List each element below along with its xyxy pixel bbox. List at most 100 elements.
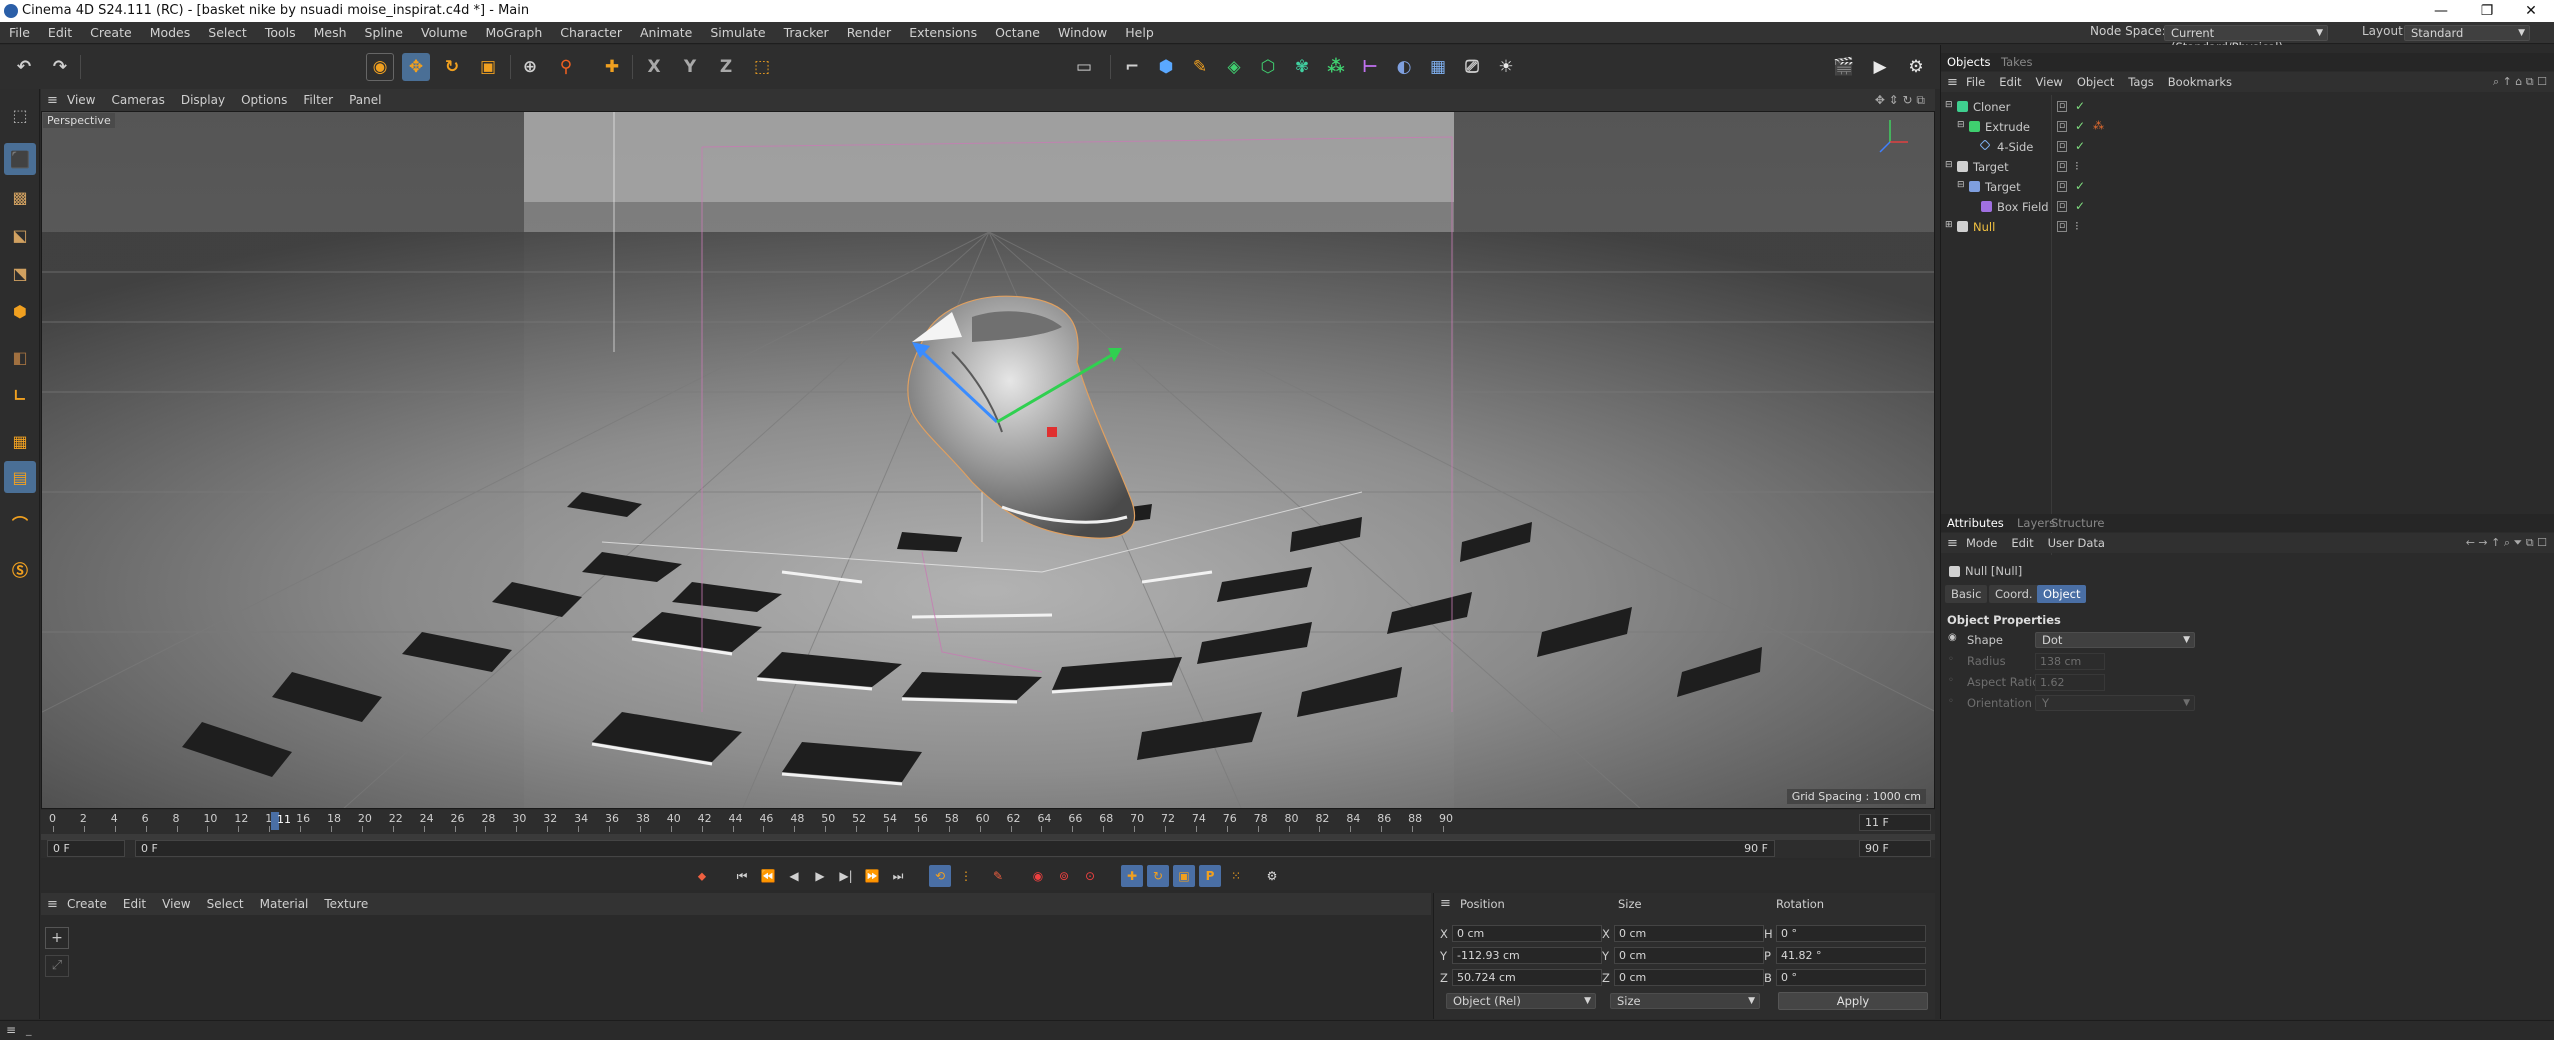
add-material-icon[interactable]: + bbox=[45, 927, 69, 949]
key-position-icon[interactable]: ✚ bbox=[1121, 865, 1143, 887]
material-menu-texture[interactable]: Texture bbox=[316, 893, 376, 915]
objects-menu-tags[interactable]: Tags bbox=[2121, 72, 2160, 92]
make-editable-icon[interactable]: ⬚ bbox=[4, 99, 36, 131]
menu-animate[interactable]: Animate bbox=[631, 22, 701, 44]
menu-render[interactable]: Render bbox=[838, 22, 901, 44]
undo-icon[interactable]: ↶ bbox=[10, 53, 38, 81]
rotation-h-field[interactable]: 0 ° bbox=[1776, 925, 1926, 942]
visibility-flag[interactable]: ▫ bbox=[2057, 161, 2067, 172]
material-menu-view[interactable]: View bbox=[154, 893, 198, 915]
render-region-icon[interactable]: 🎬 bbox=[1830, 53, 1858, 81]
live-selection-icon[interactable]: ◉ bbox=[366, 53, 394, 81]
tab-takes[interactable]: Takes bbox=[2001, 55, 2033, 69]
move-tool-icon[interactable]: ✥ bbox=[402, 53, 430, 81]
hamburger-icon[interactable]: ≡ bbox=[6, 1023, 16, 1037]
menu-extensions[interactable]: Extensions bbox=[900, 22, 986, 44]
points-mode-icon[interactable]: ⬕ bbox=[4, 219, 36, 251]
visibility-flag[interactable]: ▫ bbox=[2057, 201, 2067, 212]
scheme-icon[interactable]: ⚙ bbox=[1261, 865, 1283, 887]
cube-icon[interactable]: ⬢ bbox=[1152, 53, 1180, 81]
node-space-dropdown[interactable]: Current (Standard/Physical)▼ bbox=[2164, 25, 2328, 54]
object-row-cloner[interactable]: ⊟ Cloner ▫ ✓ bbox=[1941, 97, 2554, 117]
coordinate-mode-dropdown[interactable]: Object (Rel) ▼ bbox=[1446, 993, 1596, 1009]
tab-structure[interactable]: Structure bbox=[2051, 516, 2105, 530]
field-icon[interactable]: ◐ bbox=[1390, 53, 1418, 81]
menu-file[interactable]: File bbox=[0, 22, 39, 44]
tab-objects[interactable]: Objects bbox=[1947, 55, 1990, 69]
search-icon[interactable]: ⌕ ↑ ⌂ ⧉ ☐ bbox=[2493, 75, 2547, 89]
menu-character[interactable]: Character bbox=[551, 22, 631, 44]
viewport-menu-cameras[interactable]: Cameras bbox=[103, 89, 172, 111]
coordinate-system-icon[interactable]: ⬚ bbox=[748, 53, 776, 81]
subdivision-icon[interactable]: ◈ bbox=[1220, 53, 1248, 81]
collapse-toggle-icon[interactable]: ⊟ bbox=[1957, 120, 1965, 130]
motion-record-icon[interactable]: ✎ bbox=[987, 865, 1009, 887]
tweak-mode-icon[interactable]: ∟ bbox=[4, 379, 36, 411]
collapse-toggle-icon[interactable]: ⊞ bbox=[1945, 220, 1953, 230]
shape-dropdown[interactable]: Dot ▼ bbox=[2035, 632, 2195, 648]
menu-window[interactable]: Window bbox=[1049, 22, 1116, 44]
end-frame-field[interactable]: 90 F bbox=[1859, 840, 1931, 857]
visibility-flag[interactable]: ▫ bbox=[2057, 221, 2067, 232]
hamburger-icon[interactable]: ≡ bbox=[1947, 75, 1959, 90]
extrude-generator-icon[interactable]: ⬡ bbox=[1254, 53, 1282, 81]
s-icon[interactable]: Ⓢ bbox=[4, 553, 36, 585]
render-settings-icon[interactable]: ⚙ bbox=[1902, 53, 1930, 81]
material-menu-create[interactable]: Create bbox=[59, 893, 115, 915]
visibility-flag[interactable]: ▫ bbox=[2057, 181, 2067, 192]
key-scale-icon[interactable]: ▣ bbox=[1173, 865, 1195, 887]
play-icon[interactable]: ▶ bbox=[809, 865, 831, 887]
material-menu-edit[interactable]: Edit bbox=[115, 893, 154, 915]
previous-key-icon[interactable]: ⏪ bbox=[757, 865, 779, 887]
objects-menu-view[interactable]: View bbox=[2029, 72, 2070, 92]
menu-mesh[interactable]: Mesh bbox=[305, 22, 356, 44]
polygons-mode-icon[interactable]: ⬢ bbox=[4, 295, 36, 327]
snapping-icon[interactable]: ▦ bbox=[4, 425, 36, 457]
menu-volume[interactable]: Volume bbox=[412, 22, 477, 44]
position-z-field[interactable]: 50.724 cm bbox=[1452, 969, 1602, 986]
enable-check-icon[interactable]: ✓ bbox=[2075, 199, 2085, 213]
loop-icon[interactable]: ⟲ bbox=[929, 865, 951, 887]
animate-radio-icon[interactable]: ◦ bbox=[1948, 654, 1954, 665]
tab-layers[interactable]: Layers bbox=[2017, 516, 2055, 530]
viewport-menu-display[interactable]: Display bbox=[173, 89, 233, 111]
render-view-icon[interactable]: ▭ bbox=[1070, 53, 1098, 81]
menu-simulate[interactable]: Simulate bbox=[701, 22, 774, 44]
deformer-icon[interactable]: ⊢ bbox=[1356, 53, 1384, 81]
tag-icon[interactable]: ⁂ bbox=[2093, 119, 2104, 132]
menu-modes[interactable]: Modes bbox=[141, 22, 200, 44]
menu-edit[interactable]: Edit bbox=[39, 22, 81, 44]
object-row-target[interactable]: ⊟ Target ▫ ⁝ bbox=[1941, 157, 2554, 177]
menu-tools[interactable]: Tools bbox=[256, 22, 305, 44]
attributes-menu-user-data[interactable]: User Data bbox=[2041, 533, 2112, 553]
snap-icon[interactable]: ⚲ bbox=[552, 53, 580, 81]
rotate-tool-icon[interactable]: ↻ bbox=[438, 53, 466, 81]
minimize-button[interactable]: — bbox=[2418, 0, 2464, 22]
menu-tracker[interactable]: Tracker bbox=[775, 22, 838, 44]
menu-mograph[interactable]: MoGraph bbox=[476, 22, 551, 44]
world-axis-icon[interactable]: ✚ bbox=[598, 53, 626, 81]
visibility-flag[interactable]: ▫ bbox=[2057, 141, 2067, 152]
viewport-nav-icons[interactable]: ✥ ⇕ ↻ ⧉ bbox=[1875, 93, 1925, 108]
size-x-field[interactable]: 0 cm bbox=[1614, 925, 1764, 942]
camera-icon[interactable]: ⎚ bbox=[1458, 53, 1486, 81]
subtab-basic[interactable]: Basic bbox=[1945, 585, 1988, 603]
light-icon[interactable]: ☀ bbox=[1492, 53, 1520, 81]
attributes-menu-edit[interactable]: Edit bbox=[2004, 533, 2040, 553]
position-x-field[interactable]: 0 cm bbox=[1452, 925, 1602, 942]
viewport-menu-view[interactable]: View bbox=[59, 89, 103, 111]
viewport-menu-filter[interactable]: Filter bbox=[295, 89, 341, 111]
size-z-field[interactable]: 0 cm bbox=[1614, 969, 1764, 986]
go-to-start-icon[interactable]: ⏮ bbox=[731, 865, 753, 887]
collapse-toggle-icon[interactable]: ⊟ bbox=[1945, 100, 1953, 110]
object-row-extrude[interactable]: ⊟ Extrude ▫ ✓ ⁂ bbox=[1941, 117, 2554, 137]
texture-mode-icon[interactable]: ▩ bbox=[4, 181, 36, 213]
size-y-field[interactable]: 0 cm bbox=[1614, 947, 1764, 964]
floor-icon[interactable]: ▦ bbox=[1424, 53, 1452, 81]
animate-radio-icon[interactable]: ◉ bbox=[1948, 632, 1957, 643]
timeline-ruler[interactable]: 0246810121416182022242628303234363840424… bbox=[41, 810, 1935, 858]
viewport-menu-panel[interactable]: Panel bbox=[341, 89, 389, 111]
material-menu-select[interactable]: Select bbox=[199, 893, 252, 915]
layout-dropdown[interactable]: Standard ▼ bbox=[2404, 25, 2530, 41]
subtab-object[interactable]: Object bbox=[2037, 585, 2087, 603]
